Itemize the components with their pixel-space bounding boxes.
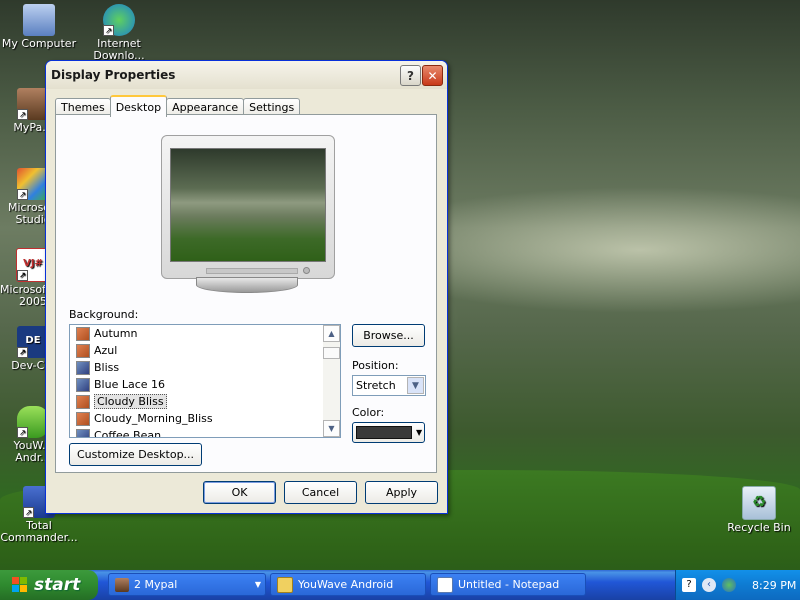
image-file-icon xyxy=(76,411,90,426)
shortcut-arrow-icon: ↗ xyxy=(103,25,114,36)
image-file-icon xyxy=(76,394,90,409)
close-button[interactable]: ✕ xyxy=(422,65,443,86)
image-file-icon xyxy=(76,343,90,358)
list-item[interactable]: Blue Lace 16 xyxy=(70,376,340,393)
color-label: Color: xyxy=(352,406,385,419)
display-properties-window: Display Properties ? ✕ Themes Desktop Ap… xyxy=(45,60,448,514)
wallpaper-preview xyxy=(170,148,326,262)
list-item-label: Cloudy Bliss xyxy=(94,394,167,409)
help-button[interactable]: ? xyxy=(400,65,421,86)
shortcut-arrow-icon: ↗ xyxy=(17,109,28,120)
scroll-down-icon[interactable]: ▼ xyxy=(323,420,340,437)
position-label: Position: xyxy=(352,359,399,372)
folder-icon xyxy=(277,576,293,593)
globe-icon: ↗ xyxy=(103,4,135,36)
list-item[interactable]: Autumn xyxy=(70,325,340,342)
browse-button[interactable]: Browse... xyxy=(352,324,425,347)
power-led-icon xyxy=(303,267,310,274)
color-picker-button[interactable]: ▼ xyxy=(352,422,425,443)
background-listbox[interactable]: Autumn Azul Bliss Blue Lace 16 Cloudy Bl… xyxy=(69,324,341,438)
task-label: Untitled - Notepad xyxy=(458,578,560,591)
chevron-down-icon[interactable]: ▼ xyxy=(407,377,424,394)
taskbar-item-notepad[interactable]: Untitled - Notepad xyxy=(430,573,586,596)
tab-desktop[interactable]: Desktop xyxy=(109,95,168,117)
list-item[interactable]: Cloudy_Morning_Bliss xyxy=(70,410,340,427)
list-item[interactable]: Azul xyxy=(70,342,340,359)
desktop-icon-label: Internet Downlo... xyxy=(93,37,145,62)
clock[interactable]: 8:29 PM xyxy=(752,579,796,592)
my-computer-icon[interactable]: My Computer xyxy=(0,4,78,50)
color-swatch xyxy=(356,426,412,439)
taskbar-item-youwave[interactable]: YouWave Android xyxy=(270,573,426,596)
dropdown-arrow-icon: ▼ xyxy=(416,428,423,437)
dropdown-arrow-icon: ▼ xyxy=(254,580,261,589)
system-tray: ? ‹ 8:29 PM xyxy=(675,570,800,600)
title-bar[interactable]: Display Properties ? ✕ xyxy=(46,61,447,89)
monitor-preview xyxy=(161,135,335,279)
window-title: Display Properties xyxy=(51,68,176,82)
shortcut-arrow-icon: ↗ xyxy=(17,270,28,281)
list-item-label: Cloudy_Morning_Bliss xyxy=(94,412,213,425)
computer-icon xyxy=(23,4,55,36)
list-item-selected[interactable]: Cloudy Bliss xyxy=(70,393,340,410)
task-label: YouWave Android xyxy=(298,578,394,591)
notepad-icon xyxy=(437,576,453,593)
list-item-label: Coffee Bean xyxy=(94,429,162,438)
network-icon[interactable] xyxy=(722,578,736,592)
monitor-slot xyxy=(206,268,298,274)
taskbar: start 2 Mypal ▼ YouWave Android Untitled… xyxy=(0,570,800,600)
task-label: 2 Mypal xyxy=(134,578,178,591)
bitmap-file-icon xyxy=(76,377,90,392)
monitor-stand xyxy=(196,277,298,293)
list-item-label: Azul xyxy=(94,344,118,357)
desktop-tab-panel: Background: Autumn Azul Bliss Blue Lace … xyxy=(55,114,437,473)
scroll-thumb[interactable] xyxy=(323,347,340,359)
customize-desktop-button[interactable]: Customize Desktop... xyxy=(69,443,202,466)
bitmap-file-icon xyxy=(76,428,90,437)
cancel-button[interactable]: Cancel xyxy=(284,481,357,504)
image-file-icon xyxy=(76,326,90,341)
help-icon[interactable]: ? xyxy=(682,578,696,592)
windows-flag-icon xyxy=(12,577,28,593)
close-icon: ✕ xyxy=(427,68,438,83)
vertical-scrollbar[interactable]: ▲ ▼ xyxy=(323,325,340,437)
recycle-bin-desktop-icon[interactable]: ♻ Recycle Bin xyxy=(720,486,798,534)
tab-strip: Themes Desktop Appearance Settings xyxy=(55,95,301,117)
mypal-icon xyxy=(115,577,129,592)
position-dropdown[interactable]: Stretch ▼ xyxy=(352,375,426,396)
desktop-icon-label: Recycle Bin xyxy=(727,521,791,534)
recycle-bin-icon: ♻ xyxy=(742,486,776,520)
list-item-label: Autumn xyxy=(94,327,138,340)
list-item-label: Bliss xyxy=(94,361,120,374)
start-label: start xyxy=(34,575,81,595)
position-value: Stretch xyxy=(356,379,396,392)
list-item-label: Blue Lace 16 xyxy=(94,378,166,391)
list-item[interactable]: Coffee Bean xyxy=(70,427,340,438)
start-button[interactable]: start xyxy=(0,570,98,600)
list-item[interactable]: Bliss xyxy=(70,359,340,376)
apply-button[interactable]: Apply xyxy=(365,481,438,504)
bitmap-file-icon xyxy=(76,360,90,375)
shortcut-arrow-icon: ↗ xyxy=(23,507,34,518)
taskbar-item-mypal[interactable]: 2 Mypal ▼ xyxy=(108,573,266,596)
desktop-icon-label: My Computer xyxy=(1,37,77,50)
shortcut-arrow-icon: ↗ xyxy=(17,427,28,438)
ok-button[interactable]: OK xyxy=(203,481,276,504)
background-label: Background: xyxy=(69,308,139,321)
chevron-left-icon[interactable]: ‹ xyxy=(702,578,716,592)
desktop-icon-label: Total Commander... xyxy=(0,519,78,544)
scroll-up-icon[interactable]: ▲ xyxy=(323,325,340,342)
shortcut-arrow-icon: ↗ xyxy=(17,347,28,358)
shortcut-arrow-icon: ↗ xyxy=(17,189,28,200)
internet-download-icon[interactable]: ↗ Internet Downlo... xyxy=(80,4,158,62)
help-icon: ? xyxy=(407,68,414,83)
